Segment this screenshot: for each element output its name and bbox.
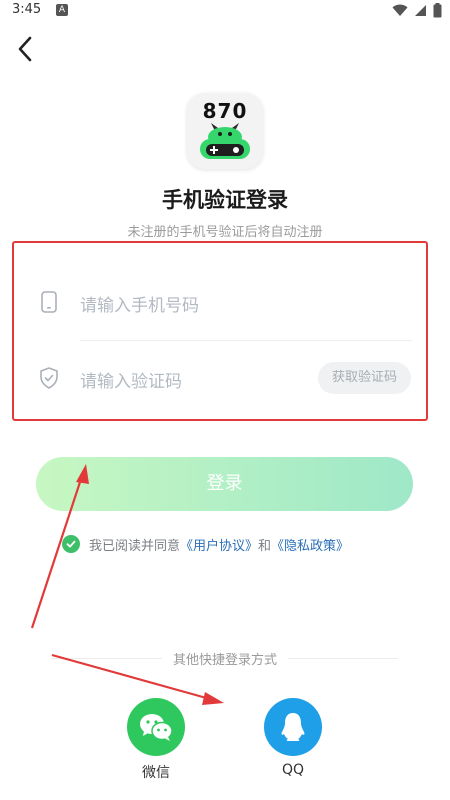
shield-icon (40, 367, 58, 389)
phone-icon (41, 291, 57, 313)
wechat-label: 微信 (142, 765, 170, 781)
annotation-arrowhead-right (202, 692, 224, 705)
wechat-icon (140, 714, 173, 741)
a-notification-icon: A (56, 4, 68, 16)
other-login-label: 其他快捷登录方式 (172, 653, 277, 668)
check-icon (66, 540, 76, 548)
form-divider (80, 340, 412, 341)
verification-code-input[interactable]: 请输入验证码 (80, 367, 182, 392)
agreement-checkbox[interactable] (62, 535, 80, 553)
battery-icon (433, 3, 442, 18)
login-button[interactable]: 登录 (36, 457, 413, 511)
page-subtitle: 未注册的手机号验证后将自动注册 (127, 225, 323, 240)
signal-icon (415, 5, 426, 16)
wifi-icon (392, 4, 408, 16)
status-time: 3:45 (12, 2, 42, 17)
page-title: 手机验证登录 (162, 188, 288, 212)
agreement-prefix: 我已阅读并同意 (89, 538, 181, 554)
phone-input[interactable]: 请输入手机号码 (80, 291, 199, 316)
status-bar: 3:45 A (0, 0, 450, 22)
qq-label: QQ (281, 762, 305, 778)
user-agreement-link[interactable]: 《用户协议》 (180, 535, 258, 554)
agreement-and: 和 (258, 538, 272, 554)
qq-icon (281, 713, 305, 741)
wechat-login-button[interactable] (127, 698, 185, 756)
qq-login-button[interactable] (264, 698, 322, 756)
get-code-button[interactable]: 获取验证码 (318, 362, 411, 394)
privacy-policy-link[interactable]: 《隐私政策》 (271, 535, 349, 554)
monster-gamepad-icon (200, 123, 250, 159)
back-arrow-icon (18, 36, 32, 62)
app-logo: 870 (187, 93, 263, 169)
status-icons (392, 3, 442, 18)
annotation-highlight-box (12, 241, 428, 421)
agreement-row: 我已阅读并同意 《用户协议》 和 《隐私政策》 (62, 534, 349, 554)
back-button[interactable] (14, 34, 38, 64)
